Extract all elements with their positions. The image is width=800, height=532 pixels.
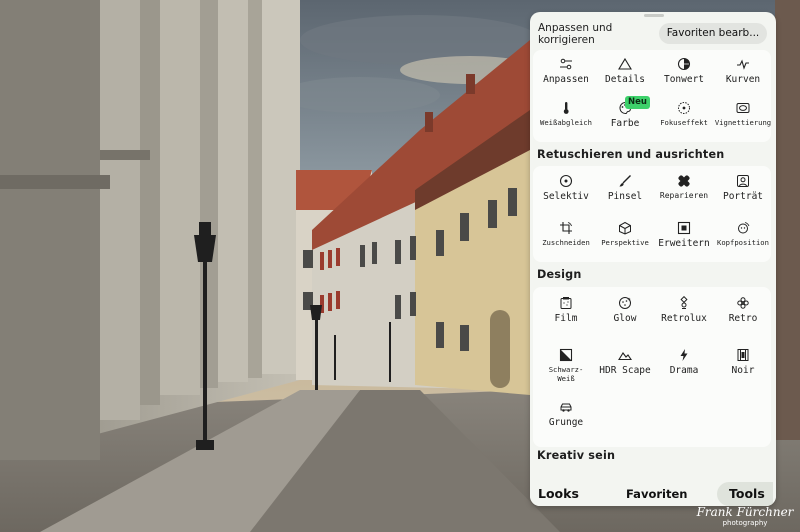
tab-tools[interactable]: Tools bbox=[729, 486, 765, 501]
panel-drag-handle[interactable] bbox=[644, 14, 664, 17]
tool-details[interactable]: Details bbox=[595, 54, 655, 98]
film-strip-icon bbox=[713, 345, 773, 365]
tool-retro[interactable]: Retro bbox=[713, 293, 773, 337]
crop-rotate-icon bbox=[536, 218, 596, 238]
section-title-adjust: Anpassen und korrigieren bbox=[538, 22, 613, 46]
tool-retrolux[interactable]: Retrolux bbox=[654, 293, 714, 337]
film-icon bbox=[536, 293, 596, 313]
tool-kurven[interactable]: Kurven bbox=[713, 54, 773, 98]
perspective-cube-icon bbox=[595, 218, 655, 238]
photographer-watermark: Frank Fürchner photography bbox=[690, 505, 800, 527]
head-pose-icon bbox=[713, 218, 773, 238]
brush-icon bbox=[595, 171, 655, 191]
tool-selektiv[interactable]: Selektiv bbox=[536, 171, 596, 215]
portrait-icon bbox=[713, 171, 773, 191]
curves-icon bbox=[713, 54, 773, 74]
tool-zuschneiden[interactable]: Zuschneiden bbox=[536, 218, 596, 262]
watermark-name: Frank Fürchner bbox=[696, 505, 794, 519]
retro-flower-icon bbox=[713, 293, 773, 313]
retrolux-icon bbox=[654, 293, 714, 313]
triangle-icon bbox=[595, 54, 655, 74]
lightning-icon bbox=[654, 345, 714, 365]
section-title-creative: Kreativ sein bbox=[537, 449, 616, 462]
bandage-icon bbox=[654, 171, 714, 191]
retouch-tools-card: Selektiv Pinsel Reparieren Porträt Zusch… bbox=[533, 166, 771, 262]
new-badge: Neu bbox=[625, 96, 650, 109]
tools-panel: Anpassen und korrigieren Favoriten bearb… bbox=[530, 12, 776, 506]
grunge-car-icon bbox=[536, 397, 596, 417]
expand-icon bbox=[654, 218, 714, 238]
tool-erweitern[interactable]: Erweitern bbox=[654, 218, 714, 262]
mountains-icon bbox=[595, 345, 655, 365]
thermometer-icon bbox=[536, 98, 596, 118]
tool-perspektive[interactable]: Perspektive bbox=[595, 218, 655, 262]
selective-icon bbox=[536, 171, 596, 191]
tool-grunge[interactable]: Grunge bbox=[536, 397, 596, 441]
tool-portraet[interactable]: Porträt bbox=[713, 171, 773, 215]
tool-vignettierung[interactable]: Vignettierung bbox=[713, 98, 773, 142]
tonal-contrast-icon bbox=[654, 54, 714, 74]
adjust-tools-card: Anpassen Details Tonwert Kurven Weißabgl… bbox=[533, 50, 771, 142]
tool-fokuseffekt[interactable]: Fokuseffekt bbox=[654, 98, 714, 142]
tool-reparieren[interactable]: Reparieren bbox=[654, 171, 714, 215]
tool-kopfposition[interactable]: Kopfposition bbox=[713, 218, 773, 262]
section-title-retouch: Retuschieren und ausrichten bbox=[537, 148, 725, 161]
tool-schwarz-weiss[interactable]: Schwarz-Weiß bbox=[536, 345, 596, 389]
vignette-icon bbox=[713, 98, 773, 118]
tool-drama[interactable]: Drama bbox=[654, 345, 714, 389]
bottom-tab-bar: Looks Favoriten Tools bbox=[530, 482, 776, 506]
edit-favorites-button[interactable]: Favoriten bearb... bbox=[659, 23, 767, 44]
tool-pinsel[interactable]: Pinsel bbox=[595, 171, 655, 215]
tool-noir[interactable]: Noir bbox=[713, 345, 773, 389]
tool-film[interactable]: Film bbox=[536, 293, 596, 337]
tab-looks[interactable]: Looks bbox=[538, 486, 579, 501]
lens-blur-icon bbox=[654, 98, 714, 118]
black-white-icon bbox=[536, 345, 596, 365]
tool-weissabgleich[interactable]: Weißabgleich bbox=[536, 98, 596, 142]
tool-farbe[interactable]: Neu Farbe bbox=[595, 96, 655, 142]
tool-tonwert[interactable]: Tonwert bbox=[654, 54, 714, 98]
tool-glow[interactable]: Glow bbox=[595, 293, 655, 337]
tool-hdr-scape[interactable]: HDR Scape bbox=[595, 345, 655, 389]
watermark-subtitle: photography bbox=[722, 519, 768, 527]
section-title-design: Design bbox=[537, 268, 582, 281]
sliders-icon bbox=[536, 54, 596, 74]
design-tools-card: Film Glow Retrolux Retro Schwarz-Weiß HD… bbox=[533, 287, 771, 447]
tab-favoriten[interactable]: Favoriten bbox=[626, 487, 687, 501]
glow-icon bbox=[595, 293, 655, 313]
tool-anpassen[interactable]: Anpassen bbox=[536, 54, 596, 98]
